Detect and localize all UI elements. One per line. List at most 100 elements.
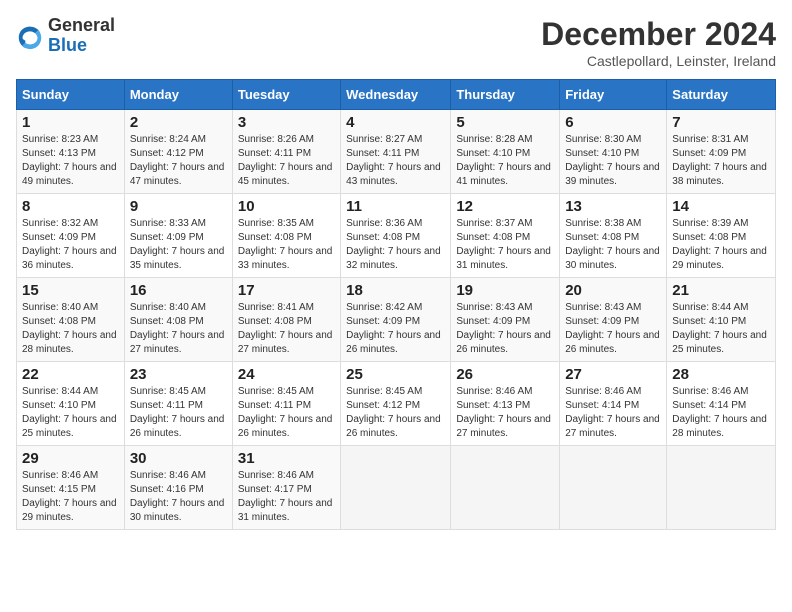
calendar-cell: 4 Sunrise: 8:27 AM Sunset: 4:11 PM Dayli…: [341, 110, 451, 194]
day-info: Sunrise: 8:46 AM Sunset: 4:16 PM Dayligh…: [130, 469, 227, 525]
day-info: Sunrise: 8:31 AM Sunset: 4:09 PM Dayligh…: [672, 133, 770, 189]
calendar-week-row: 15 Sunrise: 8:40 AM Sunset: 4:08 PM Dayl…: [17, 278, 776, 362]
day-info: Sunrise: 8:38 AM Sunset: 4:08 PM Dayligh…: [565, 217, 661, 273]
day-number: 14: [672, 198, 770, 215]
calendar-cell: 29 Sunrise: 8:46 AM Sunset: 4:15 PM Dayl…: [17, 446, 125, 530]
weekday-header-monday: Monday: [124, 80, 232, 110]
day-number: 20: [565, 282, 661, 299]
weekday-header-row: SundayMondayTuesdayWednesdayThursdayFrid…: [17, 80, 776, 110]
calendar-cell: 3 Sunrise: 8:26 AM Sunset: 4:11 PM Dayli…: [232, 110, 340, 194]
logo-text: General Blue: [48, 16, 115, 56]
day-info: Sunrise: 8:40 AM Sunset: 4:08 PM Dayligh…: [130, 301, 227, 357]
calendar-cell: 7 Sunrise: 8:31 AM Sunset: 4:09 PM Dayli…: [667, 110, 776, 194]
day-number: 13: [565, 198, 661, 215]
day-number: 24: [238, 366, 335, 383]
day-number: 17: [238, 282, 335, 299]
calendar-cell: 10 Sunrise: 8:35 AM Sunset: 4:08 PM Dayl…: [232, 194, 340, 278]
calendar-cell: 30 Sunrise: 8:46 AM Sunset: 4:16 PM Dayl…: [124, 446, 232, 530]
calendar-cell: 31 Sunrise: 8:46 AM Sunset: 4:17 PM Dayl…: [232, 446, 340, 530]
calendar-cell: [560, 446, 667, 530]
day-number: 3: [238, 114, 335, 131]
calendar-cell: 21 Sunrise: 8:44 AM Sunset: 4:10 PM Dayl…: [667, 278, 776, 362]
day-info: Sunrise: 8:46 AM Sunset: 4:14 PM Dayligh…: [672, 385, 770, 441]
day-info: Sunrise: 8:42 AM Sunset: 4:09 PM Dayligh…: [346, 301, 445, 357]
calendar-cell: [451, 446, 560, 530]
day-number: 28: [672, 366, 770, 383]
calendar-table: SundayMondayTuesdayWednesdayThursdayFrid…: [16, 79, 776, 530]
day-info: Sunrise: 8:45 AM Sunset: 4:11 PM Dayligh…: [238, 385, 335, 441]
title-block: December 2024 Castlepollard, Leinster, I…: [541, 16, 776, 69]
day-info: Sunrise: 8:23 AM Sunset: 4:13 PM Dayligh…: [22, 133, 119, 189]
day-number: 9: [130, 198, 227, 215]
day-number: 23: [130, 366, 227, 383]
day-info: Sunrise: 8:30 AM Sunset: 4:10 PM Dayligh…: [565, 133, 661, 189]
day-number: 30: [130, 450, 227, 467]
day-number: 31: [238, 450, 335, 467]
weekday-header-saturday: Saturday: [667, 80, 776, 110]
calendar-cell: 6 Sunrise: 8:30 AM Sunset: 4:10 PM Dayli…: [560, 110, 667, 194]
day-number: 19: [456, 282, 554, 299]
day-info: Sunrise: 8:39 AM Sunset: 4:08 PM Dayligh…: [672, 217, 770, 273]
calendar-cell: 17 Sunrise: 8:41 AM Sunset: 4:08 PM Dayl…: [232, 278, 340, 362]
calendar-cell: 18 Sunrise: 8:42 AM Sunset: 4:09 PM Dayl…: [341, 278, 451, 362]
weekday-header-tuesday: Tuesday: [232, 80, 340, 110]
day-number: 12: [456, 198, 554, 215]
calendar-cell: 9 Sunrise: 8:33 AM Sunset: 4:09 PM Dayli…: [124, 194, 232, 278]
day-info: Sunrise: 8:44 AM Sunset: 4:10 PM Dayligh…: [672, 301, 770, 357]
calendar-cell: 8 Sunrise: 8:32 AM Sunset: 4:09 PM Dayli…: [17, 194, 125, 278]
day-number: 21: [672, 282, 770, 299]
calendar-week-row: 29 Sunrise: 8:46 AM Sunset: 4:15 PM Dayl…: [17, 446, 776, 530]
calendar-cell: 15 Sunrise: 8:40 AM Sunset: 4:08 PM Dayl…: [17, 278, 125, 362]
day-info: Sunrise: 8:45 AM Sunset: 4:12 PM Dayligh…: [346, 385, 445, 441]
calendar-cell: 5 Sunrise: 8:28 AM Sunset: 4:10 PM Dayli…: [451, 110, 560, 194]
day-number: 11: [346, 198, 445, 215]
day-number: 10: [238, 198, 335, 215]
calendar-cell: [667, 446, 776, 530]
day-number: 7: [672, 114, 770, 131]
page-header: General Blue December 2024 Castlepollard…: [16, 16, 776, 69]
calendar-cell: 14 Sunrise: 8:39 AM Sunset: 4:08 PM Dayl…: [667, 194, 776, 278]
day-info: Sunrise: 8:40 AM Sunset: 4:08 PM Dayligh…: [22, 301, 119, 357]
day-info: Sunrise: 8:35 AM Sunset: 4:08 PM Dayligh…: [238, 217, 335, 273]
day-number: 4: [346, 114, 445, 131]
day-number: 18: [346, 282, 445, 299]
day-number: 25: [346, 366, 445, 383]
day-number: 29: [22, 450, 119, 467]
day-number: 5: [456, 114, 554, 131]
calendar-week-row: 8 Sunrise: 8:32 AM Sunset: 4:09 PM Dayli…: [17, 194, 776, 278]
weekday-header-thursday: Thursday: [451, 80, 560, 110]
day-info: Sunrise: 8:46 AM Sunset: 4:14 PM Dayligh…: [565, 385, 661, 441]
calendar-cell: 25 Sunrise: 8:45 AM Sunset: 4:12 PM Dayl…: [341, 362, 451, 446]
weekday-header-wednesday: Wednesday: [341, 80, 451, 110]
day-number: 16: [130, 282, 227, 299]
day-info: Sunrise: 8:36 AM Sunset: 4:08 PM Dayligh…: [346, 217, 445, 273]
calendar-cell: 1 Sunrise: 8:23 AM Sunset: 4:13 PM Dayli…: [17, 110, 125, 194]
calendar-cell: 12 Sunrise: 8:37 AM Sunset: 4:08 PM Dayl…: [451, 194, 560, 278]
day-info: Sunrise: 8:37 AM Sunset: 4:08 PM Dayligh…: [456, 217, 554, 273]
day-info: Sunrise: 8:41 AM Sunset: 4:08 PM Dayligh…: [238, 301, 335, 357]
calendar-week-row: 1 Sunrise: 8:23 AM Sunset: 4:13 PM Dayli…: [17, 110, 776, 194]
day-info: Sunrise: 8:32 AM Sunset: 4:09 PM Dayligh…: [22, 217, 119, 273]
day-info: Sunrise: 8:46 AM Sunset: 4:15 PM Dayligh…: [22, 469, 119, 525]
day-info: Sunrise: 8:28 AM Sunset: 4:10 PM Dayligh…: [456, 133, 554, 189]
calendar-cell: 23 Sunrise: 8:45 AM Sunset: 4:11 PM Dayl…: [124, 362, 232, 446]
calendar-cell: 13 Sunrise: 8:38 AM Sunset: 4:08 PM Dayl…: [560, 194, 667, 278]
day-info: Sunrise: 8:26 AM Sunset: 4:11 PM Dayligh…: [238, 133, 335, 189]
day-info: Sunrise: 8:33 AM Sunset: 4:09 PM Dayligh…: [130, 217, 227, 273]
calendar-cell: 2 Sunrise: 8:24 AM Sunset: 4:12 PM Dayli…: [124, 110, 232, 194]
calendar-cell: 27 Sunrise: 8:46 AM Sunset: 4:14 PM Dayl…: [560, 362, 667, 446]
day-info: Sunrise: 8:45 AM Sunset: 4:11 PM Dayligh…: [130, 385, 227, 441]
day-number: 6: [565, 114, 661, 131]
day-number: 27: [565, 366, 661, 383]
day-number: 8: [22, 198, 119, 215]
weekday-header-friday: Friday: [560, 80, 667, 110]
day-info: Sunrise: 8:46 AM Sunset: 4:17 PM Dayligh…: [238, 469, 335, 525]
month-title: December 2024: [541, 16, 776, 53]
weekday-header-sunday: Sunday: [17, 80, 125, 110]
calendar-week-row: 22 Sunrise: 8:44 AM Sunset: 4:10 PM Dayl…: [17, 362, 776, 446]
day-info: Sunrise: 8:27 AM Sunset: 4:11 PM Dayligh…: [346, 133, 445, 189]
logo: General Blue: [16, 16, 115, 56]
day-number: 26: [456, 366, 554, 383]
day-info: Sunrise: 8:24 AM Sunset: 4:12 PM Dayligh…: [130, 133, 227, 189]
day-number: 2: [130, 114, 227, 131]
